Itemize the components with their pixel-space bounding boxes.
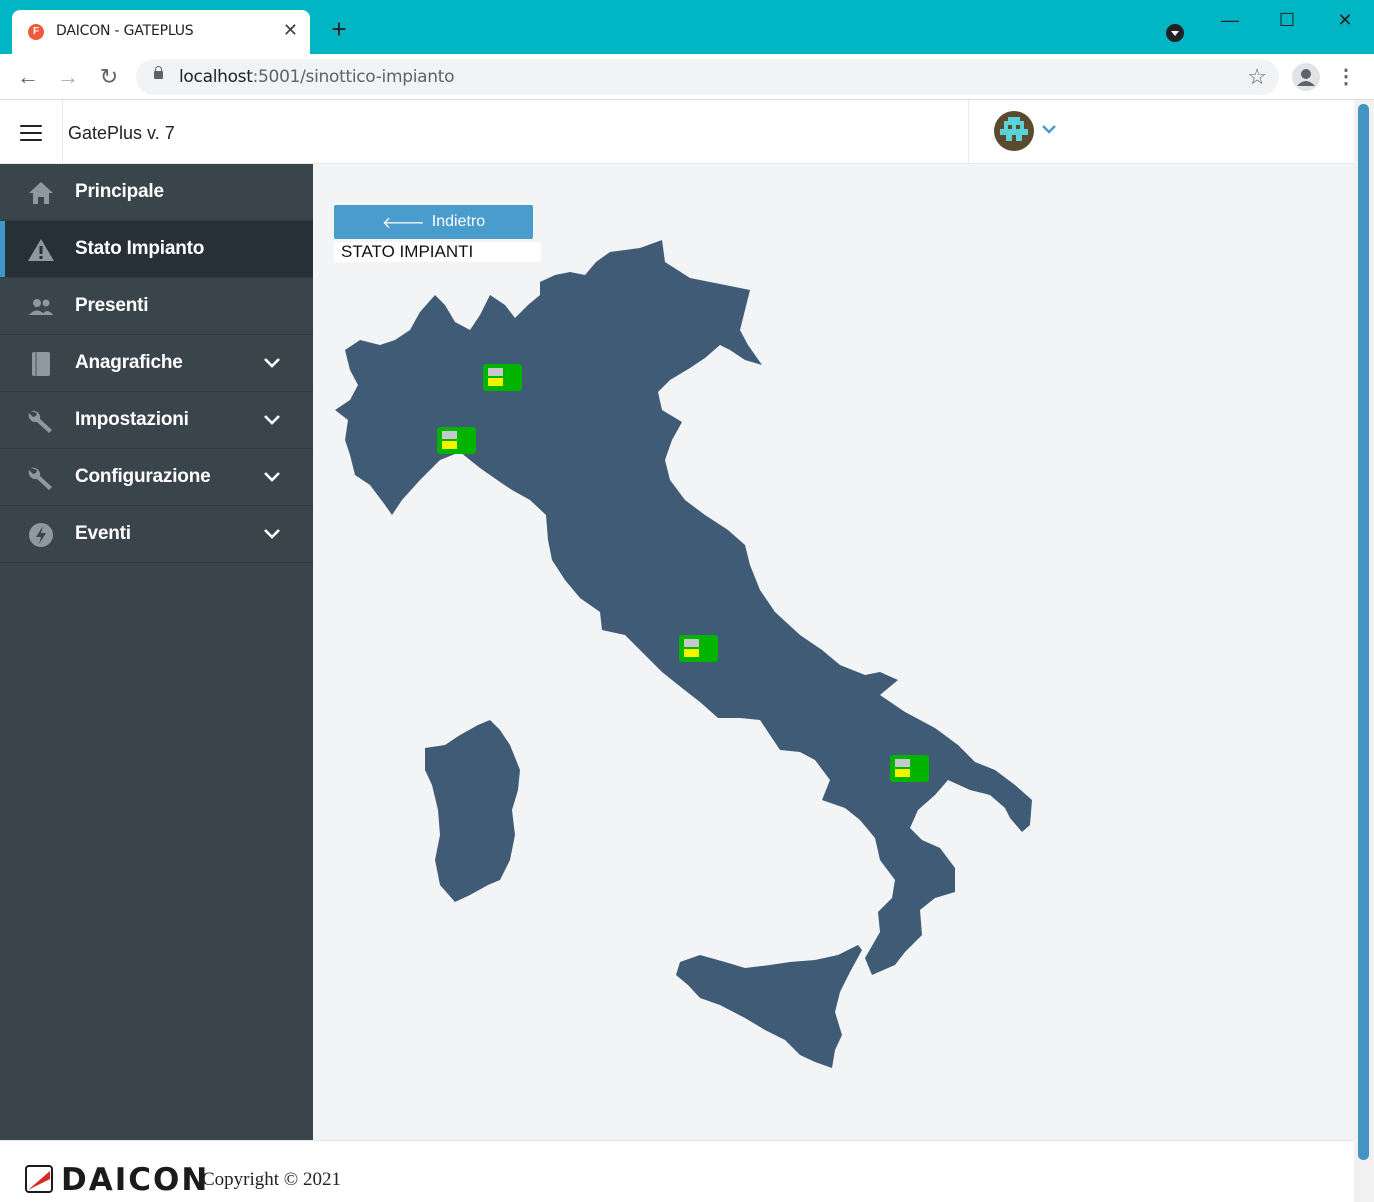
plant-marker[interactable] <box>483 364 522 391</box>
header-divider <box>968 100 969 164</box>
sidebar-item-stato-impianto[interactable]: Stato Impianto <box>0 221 313 278</box>
sidebar: Principale Stato Impianto Presenti Anagr… <box>0 164 313 1140</box>
browser-titlebar: F DAICON - GATEPLUS ✕ + — ☐ ✕ <box>0 0 1374 54</box>
back-arrow-icon[interactable]: ← <box>14 63 42 91</box>
people-icon <box>29 299 53 315</box>
forward-arrow-icon[interactable]: → <box>54 63 82 91</box>
sidebar-item-label: Anagrafiche <box>75 352 183 373</box>
marker-status-gray <box>895 759 910 767</box>
marker-status-yellow <box>442 441 457 449</box>
sidebar-item-configurazione[interactable]: Configurazione <box>0 449 313 506</box>
wrench-icon <box>28 467 52 490</box>
close-window-icon[interactable]: ✕ <box>1333 8 1357 32</box>
plant-marker[interactable] <box>679 635 718 662</box>
profile-icon[interactable] <box>1292 63 1320 91</box>
hamburger-menu-icon[interactable] <box>20 125 42 141</box>
bookmark-star-icon[interactable]: ☆ <box>1247 64 1267 90</box>
marker-status-yellow <box>895 769 910 777</box>
tab-title: DAICON - GATEPLUS <box>56 23 194 39</box>
sidebar-item-presenti[interactable]: Presenti <box>0 278 313 335</box>
minimize-icon[interactable]: — <box>1218 8 1242 32</box>
bolt-icon <box>29 523 53 547</box>
footer: DAICON Copyright © 2021 <box>0 1140 1354 1202</box>
sidebar-item-impostazioni[interactable]: Impostazioni <box>0 392 313 449</box>
sardinia-region <box>425 720 520 902</box>
app-title: GatePlus v. 7 <box>68 123 175 143</box>
sidebar-item-label: Configurazione <box>75 466 211 487</box>
chevron-down-icon <box>264 529 280 539</box>
app-header: GatePlus v. 7 <box>0 100 1354 164</box>
arrow-left-icon: 🡐 <box>381 214 425 232</box>
url-path: :5001/sinottico-impianto <box>252 67 455 87</box>
footer-copyright: Copyright © 2021 <box>202 1169 341 1190</box>
browser-toolbar: ← → ↻ localhost:5001/sinottico-impianto … <box>0 54 1374 100</box>
url-host: localhost <box>179 67 253 87</box>
close-tab-icon[interactable]: ✕ <box>283 20 298 40</box>
warning-icon <box>28 239 54 261</box>
sidebar-item-principale[interactable]: Principale <box>0 164 313 221</box>
url-text[interactable]: localhost:5001/sinottico-impianto <box>179 67 455 87</box>
sidebar-item-label: Eventi <box>75 523 131 544</box>
main-content: 🡐 Indietro STATO IMPIANTI <box>313 164 1354 1140</box>
plus-icon[interactable]: + <box>326 16 352 42</box>
page-title: STATO IMPIANTI <box>334 242 541 262</box>
marker-status-yellow <box>488 378 503 386</box>
sidebar-item-label: Presenti <box>75 295 149 316</box>
address-bar[interactable]: localhost:5001/sinottico-impianto ☆ <box>136 59 1279 95</box>
footer-brand: DAICON <box>61 1162 210 1198</box>
marker-status-gray <box>684 639 699 647</box>
media-control-icon[interactable] <box>1166 24 1184 42</box>
sidebar-item-anagrafiche[interactable]: Anagrafiche <box>0 335 313 392</box>
chevron-down-icon <box>264 358 280 368</box>
sicily-region <box>676 945 862 1068</box>
reload-icon[interactable]: ↻ <box>95 63 123 91</box>
lock-icon <box>154 66 163 79</box>
more-menu-icon[interactable]: ⋮ <box>1334 63 1358 91</box>
plant-marker[interactable] <box>437 427 476 454</box>
favicon-icon: F <box>28 24 44 40</box>
sidebar-item-label: Impostazioni <box>75 409 189 430</box>
plant-marker[interactable] <box>890 755 929 782</box>
sidebar-item-label: Principale <box>75 181 164 202</box>
sidebar-item-label: Stato Impianto <box>75 238 205 259</box>
chevron-down-icon <box>264 472 280 482</box>
sidebar-item-eventi[interactable]: Eventi <box>0 506 313 563</box>
back-button[interactable]: 🡐 Indietro <box>334 205 533 239</box>
marker-status-gray <box>442 431 457 439</box>
browser-tab[interactable]: F DAICON - GATEPLUS ✕ <box>12 10 310 54</box>
daicon-logo-icon <box>25 1165 53 1193</box>
user-avatar[interactable] <box>994 111 1034 151</box>
chevron-down-icon[interactable] <box>1040 120 1058 138</box>
maximize-icon[interactable]: ☐ <box>1275 8 1299 32</box>
italy-map <box>335 240 1032 1068</box>
marker-status-gray <box>488 368 503 376</box>
home-icon <box>29 182 53 204</box>
wrench-icon <box>28 410 52 433</box>
header-divider <box>62 100 63 164</box>
back-button-label: Indietro <box>431 213 486 230</box>
marker-status-yellow <box>684 649 699 657</box>
scrollbar-thumb[interactable] <box>1358 104 1369 1160</box>
page-scrollbar[interactable] <box>1354 100 1374 1202</box>
book-icon <box>32 352 50 376</box>
chevron-down-icon <box>264 415 280 425</box>
